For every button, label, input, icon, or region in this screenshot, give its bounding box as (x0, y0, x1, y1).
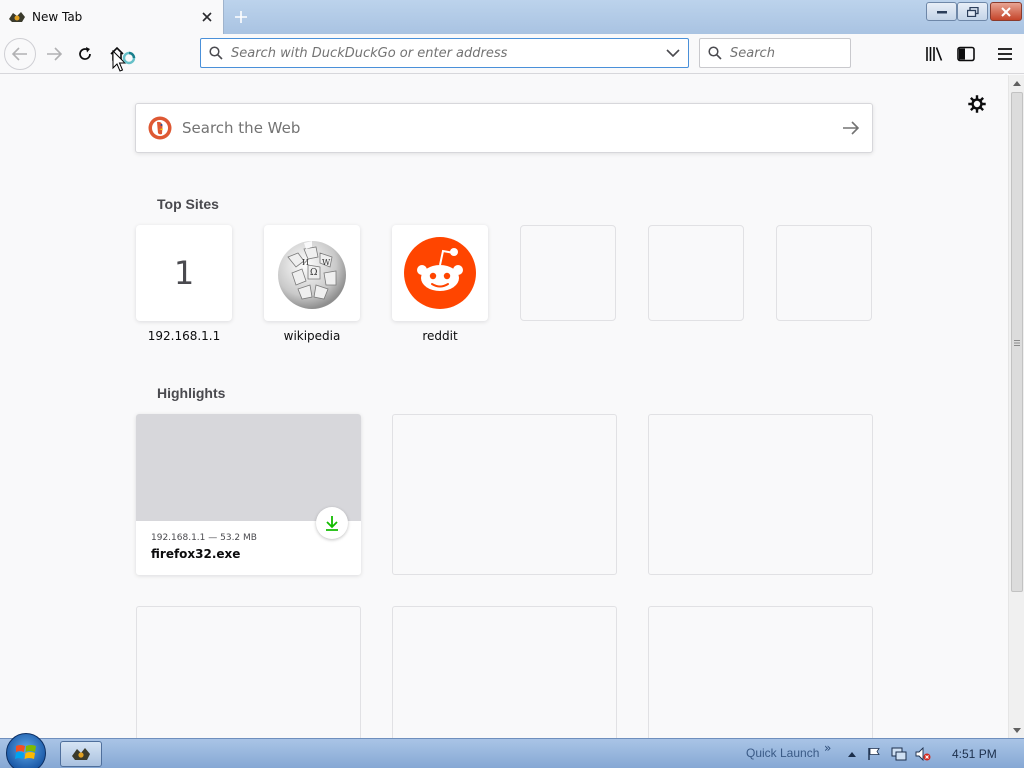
grip-icon (1014, 340, 1020, 346)
sidebar-icon (957, 46, 975, 62)
top-site-label: 192.168.1.1 (147, 329, 221, 343)
title-bar: New Tab (0, 0, 1024, 34)
gear-icon (968, 95, 986, 113)
windows-logo-icon (15, 745, 36, 759)
tab-title: New Tab (32, 10, 83, 24)
highlight-placeholder (392, 414, 617, 575)
chevron-down-icon[interactable] (666, 49, 680, 57)
system-clock[interactable]: 4:51 PM (952, 747, 997, 761)
reddit-alien-icon (404, 237, 476, 309)
top-site-label: wikipedia (283, 329, 341, 343)
web-search-box[interactable]: Search the Web (135, 103, 873, 153)
highlight-placeholder (392, 606, 617, 738)
action-center-flag-icon[interactable] (866, 746, 882, 762)
top-site-empty-slot[interactable] (776, 225, 872, 321)
firefox-favicon-icon (8, 9, 26, 25)
top-site-wikipedia[interactable]: Ω W И wikipedia (264, 225, 360, 343)
svg-text:W: W (322, 258, 331, 267)
search-icon (708, 46, 722, 60)
top-site-tile[interactable]: 1 (136, 225, 232, 321)
minimize-button[interactable] (926, 2, 957, 21)
top-site-empty-slot[interactable] (520, 225, 616, 321)
download-badge (316, 507, 348, 539)
top-sites-heading: Top Sites (157, 196, 219, 212)
scroll-down-arrow-icon[interactable] (1009, 722, 1024, 738)
tab-new-tab[interactable]: New Tab (0, 0, 224, 34)
volume-muted-icon[interactable] (915, 746, 931, 762)
close-tab-icon[interactable] (199, 9, 215, 25)
highlight-card-download[interactable]: 192.168.1.1 — 53.2 MB firefox32.exe (136, 414, 361, 575)
highlight-placeholder (648, 606, 873, 738)
highlights-heading: Highlights (157, 385, 226, 401)
web-search-placeholder: Search the Web (182, 119, 301, 137)
top-site-placeholder (648, 225, 744, 321)
forward-button[interactable] (38, 38, 70, 70)
navigation-toolbar: Search with DuckDuckGo or enter address … (0, 34, 1024, 74)
new-tab-page: Search the Web Top Sites 1 192.168.1.1 Ω… (0, 75, 1008, 738)
highlight-meta: 192.168.1.1 — 53.2 MB (151, 533, 257, 543)
hamburger-menu-icon (998, 48, 1012, 60)
highlight-placeholder (648, 414, 873, 575)
search-bar-placeholder: Search (730, 45, 775, 61)
duckduckgo-logo-icon (148, 116, 172, 140)
plus-icon (235, 11, 247, 23)
firefox-taskbar-icon (72, 748, 90, 760)
search-bar[interactable]: Search (699, 38, 851, 68)
top-site-192-168-1-1[interactable]: 1 192.168.1.1 (136, 225, 232, 343)
top-site-empty-slot[interactable] (648, 225, 744, 321)
menu-button[interactable] (993, 42, 1017, 66)
svg-text:Ω: Ω (310, 268, 317, 278)
highlight-title: firefox32.exe (151, 547, 241, 561)
download-icon (326, 516, 338, 531)
minimize-icon (936, 10, 947, 13)
vertical-scrollbar[interactable] (1008, 75, 1024, 738)
customize-button[interactable] (965, 92, 989, 116)
show-hidden-icons-arrow-icon[interactable] (844, 746, 860, 762)
back-button[interactable] (4, 38, 36, 70)
top-site-reddit[interactable]: reddit (392, 225, 488, 343)
windows-taskbar: Quick Launch » 4:51 PM (0, 733, 1024, 768)
forward-arrow-icon (47, 47, 62, 61)
top-site-tile[interactable]: Ω W И (264, 225, 360, 321)
back-arrow-icon (12, 47, 27, 61)
search-icon (209, 46, 223, 60)
top-site-placeholder (520, 225, 616, 321)
restore-icon (966, 6, 979, 17)
new-tab-button[interactable] (229, 5, 253, 29)
network-icon[interactable] (891, 746, 907, 762)
library-icon (926, 47, 943, 61)
top-site-tile[interactable] (392, 225, 488, 321)
close-icon (1001, 6, 1011, 17)
arrow-right-icon[interactable] (842, 121, 860, 135)
home-icon (110, 46, 124, 61)
wikipedia-globe-icon: Ω W И (278, 241, 346, 309)
top-site-placeholder (776, 225, 872, 321)
start-button[interactable] (6, 733, 46, 768)
reload-icon (79, 47, 91, 60)
library-button[interactable] (922, 42, 946, 66)
close-window-button[interactable] (990, 2, 1022, 21)
quick-launch-chevron[interactable]: » (824, 741, 831, 755)
svg-text:И: И (302, 258, 309, 267)
highlight-thumbnail (136, 414, 361, 521)
highlight-placeholder (136, 606, 361, 738)
taskbar-firefox-button[interactable] (60, 741, 102, 767)
top-site-letter: 1 (173, 254, 195, 292)
quick-launch-label[interactable]: Quick Launch (746, 746, 819, 760)
top-site-label: reddit (422, 329, 458, 343)
scroll-thumb[interactable] (1011, 92, 1023, 592)
url-bar-placeholder: Search with DuckDuckGo or enter address (231, 45, 508, 61)
sidebar-button[interactable] (954, 42, 978, 66)
scroll-up-arrow-icon[interactable] (1009, 75, 1024, 91)
reload-button[interactable] (69, 38, 101, 70)
home-button[interactable] (101, 38, 133, 70)
restore-button[interactable] (957, 2, 988, 21)
url-bar[interactable]: Search with DuckDuckGo or enter address (200, 38, 689, 68)
